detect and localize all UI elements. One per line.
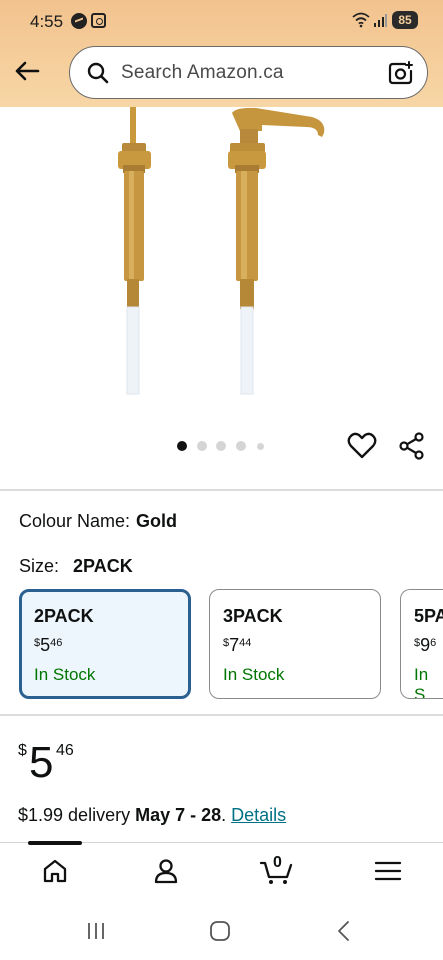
size-option-name: 3PACK (223, 606, 283, 626)
size-value: 2PACK (73, 556, 133, 576)
carousel-dot[interactable] (236, 441, 246, 451)
search-bar[interactable]: Search Amazon.ca (69, 46, 428, 99)
account-icon[interactable] (150, 855, 182, 887)
status-bar: 4:55 85 (0, 0, 443, 42)
status-time: 4:55 (30, 12, 64, 31)
colour-value: Gold (136, 511, 178, 531)
delivery-dates: May 7 - 28 (135, 805, 222, 825)
size-option-stock: In S (414, 665, 429, 699)
colour-label: Colour Name: (19, 511, 131, 531)
section-divider (0, 714, 443, 716)
delivery-cost: $1.99 delivery (18, 805, 136, 825)
battery-indicator: 85 (392, 11, 418, 29)
pump-right-illustration (228, 107, 325, 395)
screenshot-icon (91, 13, 106, 28)
system-navigation-bar (0, 899, 443, 960)
active-tab-indicator (28, 841, 82, 845)
delivery-details-link[interactable]: Details (231, 805, 286, 825)
camera-search-icon[interactable] (388, 60, 414, 86)
back-arrow-icon[interactable] (12, 56, 42, 86)
price-cents: 46 (56, 742, 74, 759)
recent-apps-icon[interactable] (83, 919, 109, 943)
home-icon[interactable] (39, 855, 71, 887)
size-option-price: $744 (223, 635, 252, 655)
search-input[interactable]: Search Amazon.ca (121, 62, 284, 84)
pump-left-illustration (118, 107, 151, 395)
delivery-info: $1.99 delivery May 7 - 28. Details (18, 805, 286, 826)
heart-icon[interactable] (346, 430, 378, 462)
price-dollars: 5 (29, 738, 54, 787)
carousel-dot[interactable] (197, 441, 207, 451)
size-option-2pack[interactable]: 2PACK $546 In Stock (19, 589, 191, 699)
size-option-price: $546 (34, 635, 63, 655)
carousel-dot[interactable] (216, 441, 226, 451)
product-image[interactable] (0, 107, 443, 437)
wifi-icon (352, 12, 370, 28)
size-option-5pack[interactable]: 5PA $96 In S (400, 589, 443, 699)
back-button-icon[interactable] (331, 919, 357, 943)
signal-icon (374, 14, 387, 27)
section-divider (0, 489, 443, 491)
search-icon (87, 62, 109, 84)
size-option-3pack[interactable]: 3PACK $744 In Stock (209, 589, 381, 699)
size-option-stock: In Stock (34, 665, 96, 684)
colour-name-row: Colour Name: Gold (19, 511, 177, 532)
share-icon[interactable] (396, 430, 428, 462)
app-header: 4:55 85 Search Amazon.ca (0, 0, 443, 107)
messenger-icon (71, 13, 87, 29)
delivery-separator: . (221, 805, 232, 825)
size-label: Size: (19, 556, 60, 576)
home-button-icon[interactable] (207, 919, 233, 943)
size-option-name: 2PACK (34, 606, 94, 626)
menu-icon[interactable] (372, 855, 404, 887)
size-row: Size: 2PACK (19, 556, 133, 577)
size-option-stock: In Stock (223, 665, 285, 684)
cart-count: 0 (273, 854, 282, 871)
carousel-dot[interactable] (177, 441, 187, 451)
price-currency: $ (18, 742, 27, 759)
carousel-dot[interactable] (257, 442, 264, 450)
bottom-navigation: 0 (0, 841, 443, 899)
size-option-name: 5PA (414, 606, 443, 626)
size-option-price: $96 (414, 635, 437, 655)
image-carousel-dots[interactable] (175, 440, 275, 452)
